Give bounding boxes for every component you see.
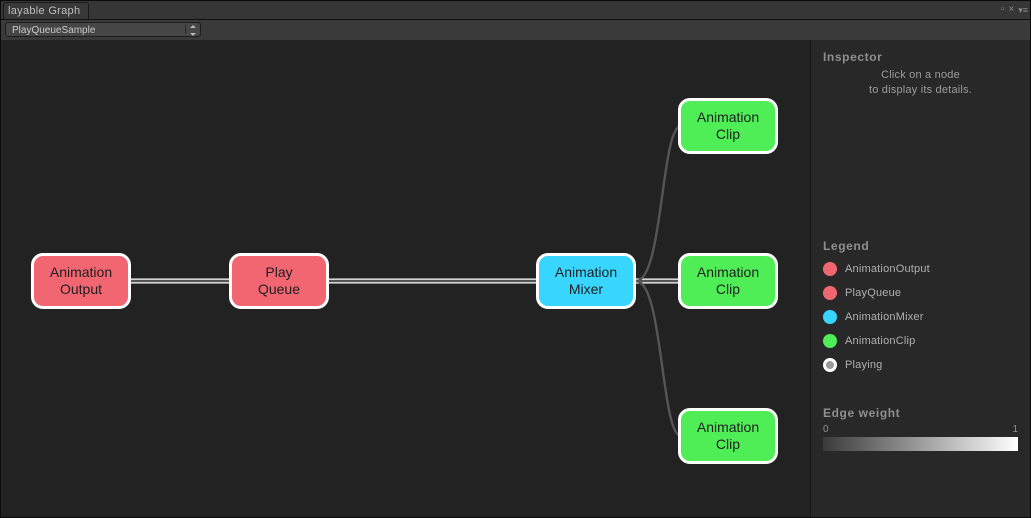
node-label: Animation Mixer <box>555 264 617 299</box>
inspector-hint-line2: to display its details. <box>869 84 972 96</box>
legend-swatch-icon <box>823 358 837 372</box>
node-label: Animation Output <box>50 264 112 299</box>
node-animation-clip-3[interactable]: Animation Clip <box>678 408 778 464</box>
node-label: Animation Clip <box>697 109 759 144</box>
legend-item-animation-output: AnimationOutput <box>823 257 1018 281</box>
inspector-hint-line1: Click on a node <box>881 69 960 81</box>
legend-label: AnimationClip <box>845 335 915 347</box>
maximize-icon[interactable]: ▫ <box>1001 1 1005 19</box>
legend-label: PlayQueue <box>845 287 901 299</box>
edge-weight-title: Edge weight <box>823 406 1018 420</box>
legend-swatch-icon <box>823 334 837 348</box>
node-animation-clip-1[interactable]: Animation Clip <box>678 98 778 154</box>
legend-swatch-icon <box>823 310 837 324</box>
inspector-panel: Inspector Click on a node to display its… <box>810 40 1030 517</box>
graph-canvas[interactable]: Animation Output Play Queue Animation Mi… <box>1 40 810 517</box>
window-title-tab[interactable]: layable Graph <box>3 2 89 19</box>
graph-selector-dropdown[interactable]: PlayQueueSample <box>5 22 201 37</box>
legend-label: AnimationOutput <box>845 263 930 275</box>
legend-label: Playing <box>845 359 882 371</box>
node-animation-output[interactable]: Animation Output <box>31 253 131 309</box>
edge-weight-scale-labels: 0 1 <box>823 424 1018 435</box>
edge-weight-min: 0 <box>823 424 829 435</box>
edge-weight-max: 1 <box>1012 424 1018 435</box>
legend-label: AnimationMixer <box>845 311 924 323</box>
node-label: Play Queue <box>258 264 300 299</box>
node-label: Animation Clip <box>697 264 759 299</box>
playable-graph-window: layable Graph ▫ × ▾≡ PlayQueueSample <box>0 0 1031 518</box>
node-play-queue[interactable]: Play Queue <box>229 253 329 309</box>
window-title-text: layable Graph <box>8 5 80 17</box>
legend-item-playing: Playing <box>823 353 1018 377</box>
edge-weight-gradient <box>823 437 1018 451</box>
inspector-title: Inspector <box>823 50 1018 64</box>
legend: Legend AnimationOutput PlayQueue Animati… <box>823 239 1018 377</box>
legend-item-animation-clip: AnimationClip <box>823 329 1018 353</box>
context-menu-icon[interactable]: ▾≡ <box>1018 1 1028 19</box>
window-controls: ▫ × ▾≡ <box>1001 1 1028 19</box>
legend-item-play-queue: PlayQueue <box>823 281 1018 305</box>
graph-selector-value: PlayQueueSample <box>12 25 95 36</box>
legend-swatch-icon <box>823 286 837 300</box>
legend-swatch-icon <box>823 262 837 276</box>
legend-title: Legend <box>823 239 1018 253</box>
close-icon[interactable]: × <box>1008 1 1014 19</box>
dropdown-divider <box>185 25 186 34</box>
node-label: Animation Clip <box>697 419 759 454</box>
node-animation-clip-2[interactable]: Animation Clip <box>678 253 778 309</box>
node-animation-mixer[interactable]: Animation Mixer <box>536 253 636 309</box>
legend-item-animation-mixer: AnimationMixer <box>823 305 1018 329</box>
toolbar: PlayQueueSample <box>1 20 1030 41</box>
inspector-hint: Click on a node to display its details. <box>823 68 1018 99</box>
edge-weight-legend: Edge weight 0 1 <box>823 406 1018 451</box>
window-title-bar: layable Graph ▫ × ▾≡ <box>1 1 1030 20</box>
dropdown-arrows-icon <box>189 23 197 38</box>
